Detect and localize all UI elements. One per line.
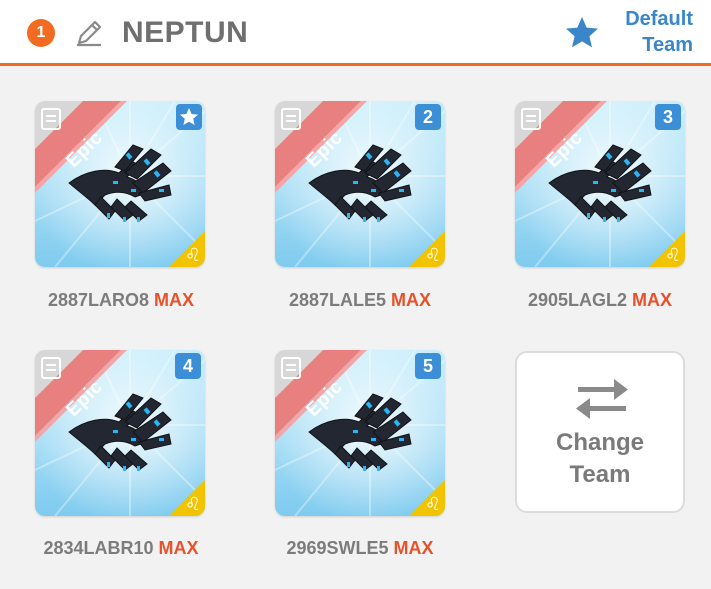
change-team-button[interactable]: Change Team [515,351,685,513]
monster-name: 2905LAGL2 [527,290,628,310]
monster-name: 2834LABR10 [43,538,154,558]
swap-arrows-icon [576,379,628,419]
monster-card-1[interactable]: Epic [35,101,205,267]
default-team-line2: Team [642,34,693,56]
level-badge: MAX [391,290,432,310]
star-icon[interactable] [562,13,602,53]
card-label: 2887LARO8 MAX [16,289,226,311]
card-label: 2905LAGL2 MAX [495,289,705,311]
pencil-icon[interactable] [72,16,106,50]
card-label: 2887LALE5 MAX [255,289,465,311]
level-badge: MAX [632,290,673,310]
change-team-line1: Change [555,429,644,456]
monster-card-3[interactable]: 3 Epic [515,101,685,267]
monster-name: 2887LARO8 [47,290,150,310]
change-team-line2: Team [569,461,631,488]
change-team-label: Change Team [517,427,683,491]
default-team-line1: Default [625,8,693,30]
monster-card-4[interactable]: 4 Epic [35,350,205,516]
notification-badge: 1 [27,19,55,47]
team-header: 1 NEPTUN Default Team [0,0,711,66]
monster-card-2[interactable]: 2 Epic [275,101,445,267]
level-badge: MAX [393,538,434,558]
star-slot-icon [176,104,202,130]
default-team-button[interactable]: Default Team [603,6,693,58]
slot-number: 4 [175,353,201,379]
slot-number: 2 [415,104,441,130]
level-badge: MAX [154,290,195,310]
monster-name: 2887LALE5 [288,290,387,310]
monster-name: 2969SWLE5 [286,538,389,558]
slot-number: 3 [655,104,681,130]
card-label: 2834LABR10 MAX [16,537,226,559]
card-label: 2969SWLE5 MAX [255,537,465,559]
team-name-title: NEPTUN [122,16,249,49]
monster-card-5[interactable]: 5 Epic [275,350,445,516]
slot-number: 5 [415,353,441,379]
level-badge: MAX [158,538,199,558]
